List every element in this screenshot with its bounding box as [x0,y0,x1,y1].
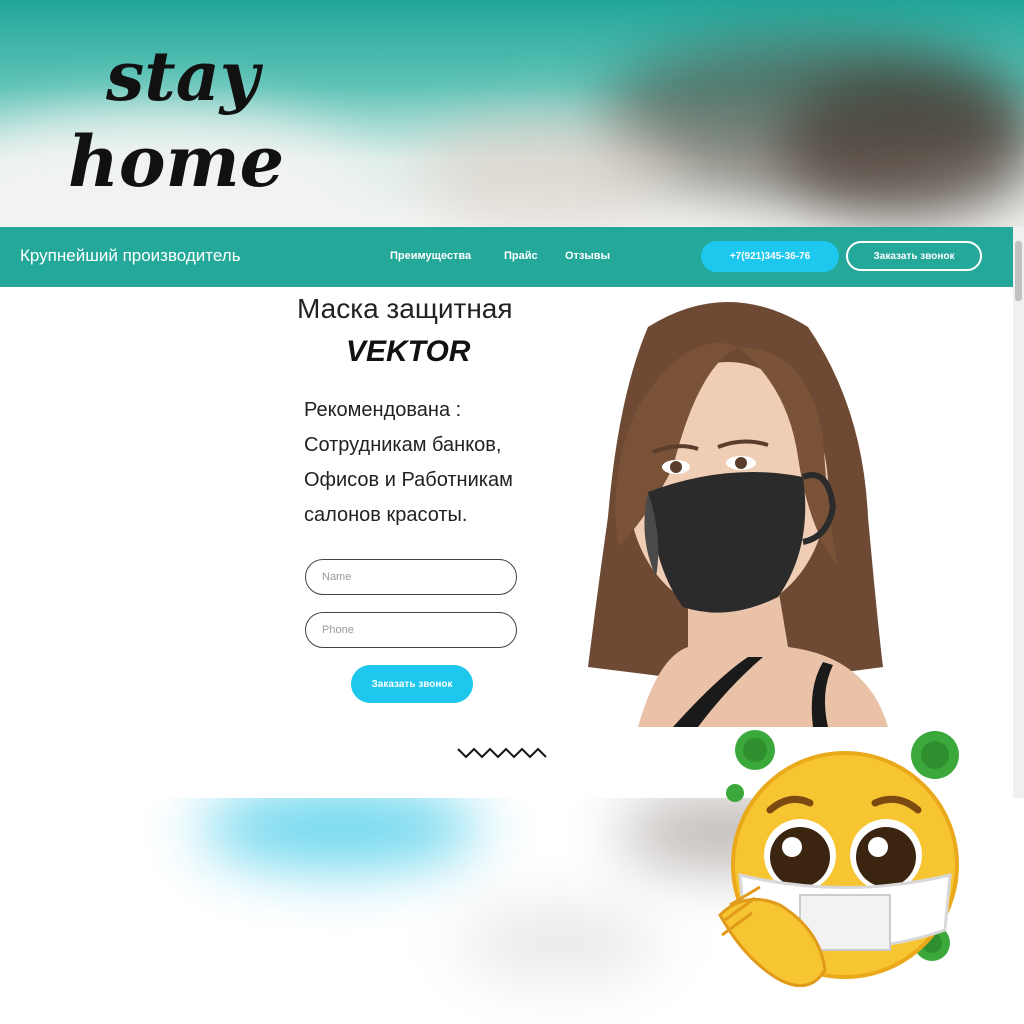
pleading-face-mask-emoji-icon [718,730,959,988]
top-navbar: Крупнейший производитель Преимущества Пр… [0,227,1013,287]
description-line: Рекомендована : [304,399,462,421]
phone-button[interactable]: +7(921)345-36-76 [701,241,839,272]
scrollbar-thumb[interactable] [1015,241,1022,301]
description-line: Сотрудникам банков, [304,434,502,456]
stay-home-lettering: stay home [68,37,284,203]
description-line: салонов красоты. [304,504,468,526]
svg-text:home: home [68,120,284,203]
order-call-button-nav[interactable]: Заказать звонок [846,241,982,271]
product-description: Рекомендована : Сотрудникам банков, Офис… [304,393,574,533]
nav-link-reviews[interactable]: Отзывы [565,250,610,262]
landing-page-screenshot: Крупнейший производитель Преимущества Пр… [0,227,1013,798]
name-input[interactable] [305,559,517,595]
svg-text:stay: stay [105,37,264,117]
description-line: Офисов и Работникам [304,469,513,491]
nav-link-advantages[interactable]: Преимущества [390,250,471,262]
model-wearing-mask-photo [588,302,888,727]
order-call-submit-button[interactable]: Заказать звонок [351,665,473,703]
zigzag-divider-icon [457,747,547,759]
nav-link-price[interactable]: Прайс [504,250,538,262]
phone-input[interactable] [305,612,517,648]
product-brand: VEKTOR [346,335,471,368]
product-title: Маска защитная [297,293,513,324]
brand-title[interactable]: Крупнейший производитель [20,246,241,266]
page-scrollbar[interactable] [1013,227,1024,798]
